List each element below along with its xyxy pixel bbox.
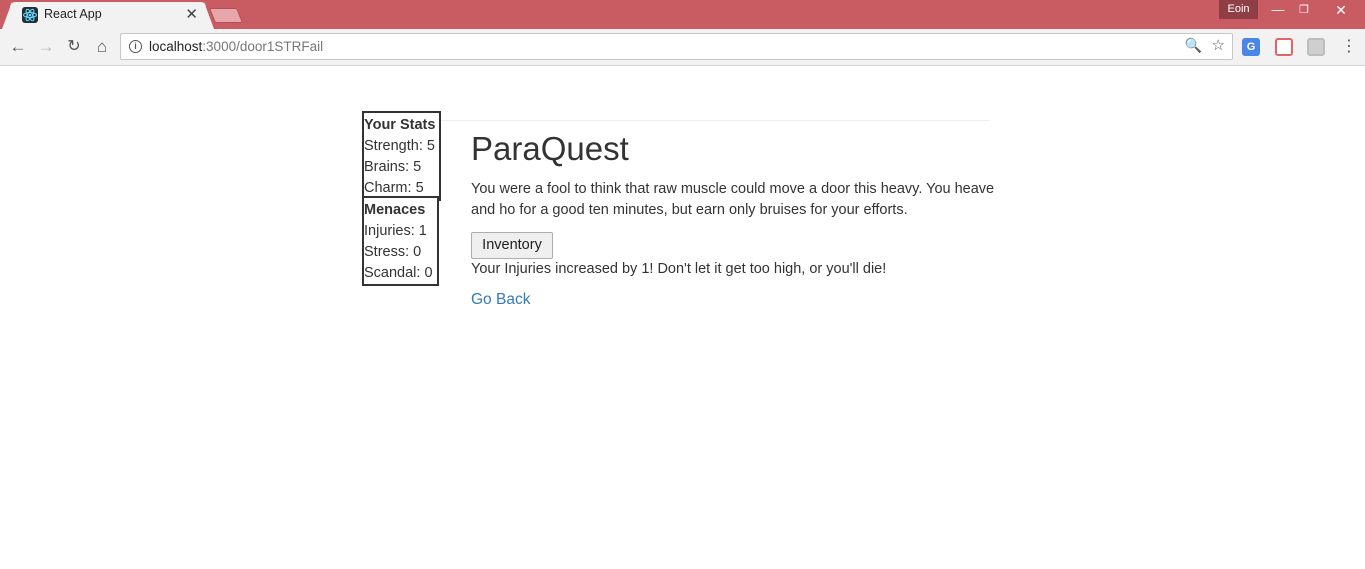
translate-extension-icon[interactable]: G: [1242, 38, 1260, 56]
stats-title: Your Stats: [364, 117, 436, 133]
react-logo-icon: [22, 7, 38, 23]
address-bar[interactable]: i localhost:3000/door1STRFail 🔍 ☆: [120, 33, 1233, 60]
site-info-icon[interactable]: i: [129, 40, 142, 53]
reload-icon[interactable]: ↻: [64, 37, 84, 57]
zoom-icon[interactable]: 🔍: [1185, 37, 1202, 54]
menace-scandal: Scandal: 0: [364, 265, 433, 281]
inventory-button[interactable]: Inventory: [471, 232, 553, 259]
close-window-button[interactable]: ✕: [1318, 0, 1364, 20]
divider: [441, 120, 989, 121]
menace-injuries: Injuries: 1: [364, 223, 427, 239]
url-path: :3000/door1STRFail: [202, 39, 324, 54]
extension-icon[interactable]: [1275, 38, 1293, 56]
stat-brains: Brains: 5: [364, 159, 422, 175]
extension-icon-2[interactable]: [1307, 38, 1325, 56]
menaces-panel: Menaces Injuries: 1 Stress: 0 Scandal: 0: [362, 196, 439, 286]
bookmark-star-icon[interactable]: ☆: [1212, 36, 1225, 54]
stats-panel: Your Stats Strength: 5 Brains: 5 Charm: …: [362, 111, 441, 201]
injury-notice: Your Injuries increased by 1! Don't let …: [471, 261, 887, 277]
url-host: localhost: [149, 39, 203, 54]
browser-toolbar: ← → ↻ ⌂ i localhost:3000/door1STRFail 🔍 …: [0, 29, 1365, 66]
go-back-link[interactable]: Go Back: [471, 291, 530, 309]
story-text: You were a fool to think that raw muscle…: [471, 181, 995, 218]
menace-stress: Stress: 0: [364, 244, 422, 260]
url-text[interactable]: localhost:3000/door1STRFail: [149, 39, 323, 54]
stat-strength: Strength: 5: [364, 138, 435, 154]
forward-arrow-icon[interactable]: →: [36, 37, 56, 57]
restore-window-button[interactable]: ❐: [1292, 0, 1316, 20]
tab-title: React App: [44, 7, 102, 21]
menaces-title: Menaces: [364, 202, 426, 218]
home-icon[interactable]: ⌂: [92, 37, 112, 57]
back-arrow-icon[interactable]: ←: [8, 37, 28, 57]
minimize-window-button[interactable]: —: [1266, 0, 1290, 20]
browser-menu-icon[interactable]: ⋮: [1341, 37, 1357, 57]
close-tab-icon[interactable]: ✕: [185, 5, 198, 23]
page-title: ParaQuest: [471, 130, 629, 167]
new-tab-button[interactable]: [208, 8, 244, 23]
browser-tab[interactable]: React App ✕: [2, 2, 214, 29]
browser-titlebar: React App ✕ Eoin — ❐ ✕: [0, 0, 1365, 29]
profile-button[interactable]: Eoin: [1219, 0, 1258, 19]
